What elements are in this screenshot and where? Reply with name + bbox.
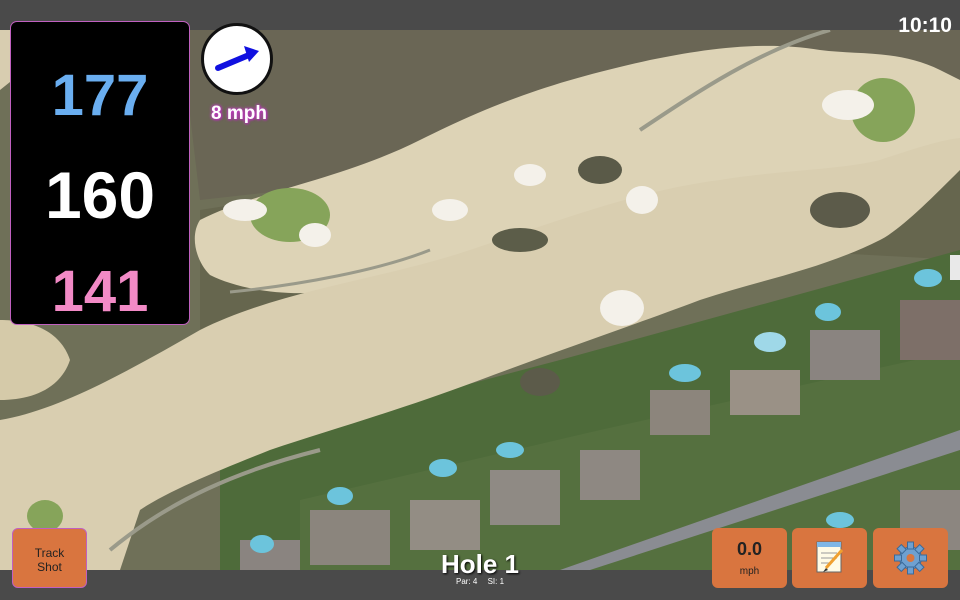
- wind-speed: 8 mph: [211, 103, 267, 124]
- track-shot-label-line1: Track: [34, 546, 65, 560]
- hole-info: Par: 4 SI: 1: [380, 577, 580, 586]
- gear-icon: [894, 541, 927, 575]
- hole-title: Hole 1: [440, 549, 520, 579]
- speed-button[interactable]: 0.0 mph: [712, 528, 787, 588]
- speed-unit: mph: [739, 566, 760, 577]
- back-distance: 177: [51, 63, 149, 128]
- hole-par: Par: 4: [455, 577, 478, 586]
- track-shot-button[interactable]: Track Shot: [12, 528, 87, 588]
- wind-indicator: [201, 23, 273, 95]
- middle-distance: 160: [44, 158, 156, 232]
- speed-value: 0.0: [736, 539, 763, 559]
- notepad-icon: [816, 541, 844, 573]
- hole-stroke-index: SI: 1: [487, 577, 505, 586]
- track-shot-label-line2: Shot: [37, 560, 62, 574]
- distance-panel: 177 160 141: [11, 22, 189, 324]
- front-distance: 141: [51, 259, 149, 324]
- status-clock: 10:10: [898, 14, 952, 37]
- wind-arrow-icon: [215, 46, 259, 71]
- notes-button[interactable]: [792, 528, 867, 588]
- settings-button[interactable]: [873, 528, 948, 588]
